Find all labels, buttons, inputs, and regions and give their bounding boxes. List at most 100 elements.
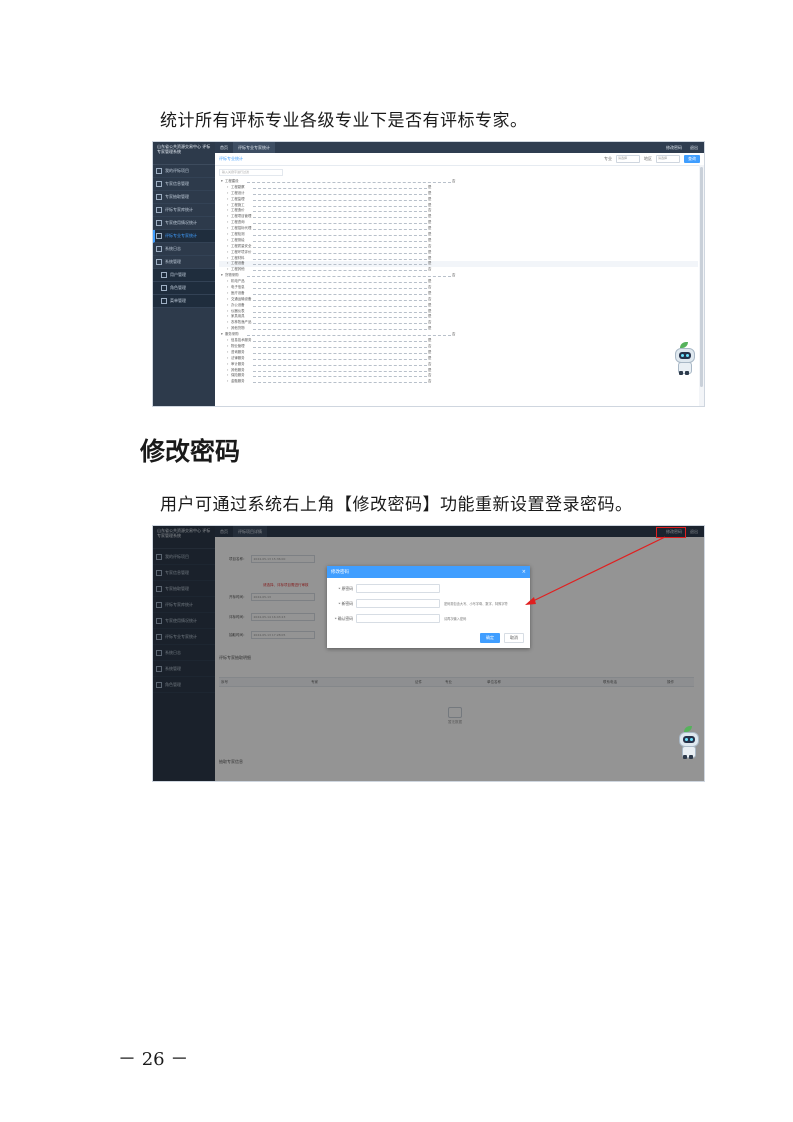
toolbar: 评标专业统计 专业 请选择 地区 请选择 查询 <box>215 153 704 166</box>
filter-label-region: 地区 <box>644 156 652 161</box>
leader-line <box>253 323 427 325</box>
leader-line <box>253 187 427 189</box>
sidebar-item[interactable]: 我的评标项目 <box>153 165 215 178</box>
sidebar-item[interactable]: 专家抽取管理 <box>153 191 215 204</box>
leader-line <box>253 299 427 301</box>
leader-line <box>253 376 427 378</box>
leader-line <box>253 364 427 366</box>
vertical-scrollbar[interactable] <box>699 165 704 406</box>
leader-line <box>253 252 427 254</box>
menu-icon <box>156 181 162 187</box>
leader-line <box>247 335 451 337</box>
tab[interactable]: 评标专业专家统计 <box>233 142 275 153</box>
leader-line <box>253 317 427 319</box>
leader-line <box>253 205 427 207</box>
paragraph-password: 用户可通过系统右上角【修改密码】功能重新设置登录密码。 <box>160 495 633 515</box>
sidebar-item[interactable]: 专家信息管理 <box>153 178 215 191</box>
leader-line <box>253 217 427 219</box>
tree-row[interactable]: › 金融服务 否 <box>219 379 698 385</box>
menu-icon <box>156 194 162 200</box>
sidebar-subitem[interactable]: 菜单管理 <box>153 295 215 308</box>
leader-line <box>253 211 427 213</box>
filter-label-profession: 专业 <box>604 156 612 161</box>
sidebar-item-label: 评标专业专家统计 <box>165 233 197 238</box>
section-heading: 修改密码 <box>140 437 241 466</box>
leader-line <box>247 182 451 183</box>
tree-row-label: 金融服务 <box>231 379 245 384</box>
page-number: － 26 － <box>118 1049 189 1070</box>
logout-link[interactable]: 退出 <box>690 145 698 151</box>
leader-line <box>247 276 451 278</box>
menu-icon <box>156 233 162 239</box>
leader-line <box>253 240 427 242</box>
sidebar-item-label: 系统管理 <box>165 259 181 264</box>
robot-assistant-icon[interactable] <box>673 342 695 376</box>
sidebar-subitem[interactable]: 用户管理 <box>153 269 215 282</box>
leader-line <box>253 305 427 307</box>
sidebar-item[interactable]: 评标专业专家统计 <box>153 230 215 243</box>
paragraph-intro: 统计所有评标专业各级专业下是否有评标专家。 <box>160 111 528 131</box>
tab[interactable]: 首页 <box>215 142 233 153</box>
robot-assistant-icon[interactable] <box>677 726 699 760</box>
leader-line <box>253 264 427 266</box>
leader-line <box>253 223 427 225</box>
content-area: 评标专业统计 专业 请选择 地区 请选择 查询 输入关键字进行过滤 ▾ 工程建设否… <box>215 153 704 406</box>
sidebar-item-label: 专家信息管理 <box>165 181 189 186</box>
sidebar-item-label: 系统日志 <box>165 246 181 251</box>
checkbox-icon <box>161 285 167 291</box>
top-bar: 首页 评标专业专家统计 修改密码 退出 <box>215 142 704 153</box>
leader-line <box>253 288 427 290</box>
checkbox-icon <box>161 272 167 278</box>
leader-line <box>253 370 427 372</box>
annotation-arrow <box>525 536 666 605</box>
caret-right-icon[interactable]: › <box>227 379 228 385</box>
leader-line <box>253 311 427 313</box>
menu-icon <box>156 207 162 213</box>
screenshot-professional-stats: 山东省公共资源交易中心 评标专家管理系统 我的评标项目 专家信息管理 专家抽取管理评… <box>152 141 705 407</box>
leader-line <box>253 199 427 201</box>
change-password-link[interactable]: 修改密码 <box>666 145 682 151</box>
menu-icon <box>156 168 162 174</box>
leader-line <box>253 293 427 295</box>
sidebar-item-label: 专家使用情况统计 <box>165 220 197 225</box>
sidebar-subitem-label: 角色管理 <box>170 285 186 290</box>
sidebar-subitem-label: 菜单管理 <box>170 298 186 303</box>
menu-icon <box>156 259 162 265</box>
search-button[interactable]: 查询 <box>684 155 700 163</box>
leader-line <box>253 282 427 284</box>
sidebar: 山东省公共资源交易中心 评标专家管理系统 我的评标项目 专家信息管理 专家抽取管理评… <box>153 142 215 406</box>
profession-select[interactable]: 请选择 <box>616 155 640 163</box>
screenshot-change-password: 山东省公共资源交易中心 评标专家管理系统 我的评标项目 专家信息管理 专家抽取管理评… <box>152 525 705 782</box>
leader-line <box>253 246 427 248</box>
sidebar-item-label: 评标专家库统计 <box>165 207 193 212</box>
leader-line <box>253 346 427 348</box>
leader-line <box>253 341 427 343</box>
leader-line <box>253 229 427 231</box>
sidebar-subitem-label: 用户管理 <box>170 272 186 277</box>
toolbar-title: 评标专业统计 <box>219 156 243 161</box>
leader-line <box>253 258 427 260</box>
leader-line <box>253 358 427 360</box>
sidebar-item[interactable]: 系统管理 <box>153 256 215 269</box>
sidebar-item[interactable]: 专家使用情况统计 <box>153 217 215 230</box>
sidebar-item[interactable]: 系统日志 <box>153 243 215 256</box>
sidebar-item-label: 我的评标项目 <box>165 168 189 173</box>
leader-line <box>253 382 427 384</box>
sidebar-item-label: 专家抽取管理 <box>165 194 189 199</box>
leader-line <box>253 270 427 272</box>
leader-line <box>253 235 427 237</box>
leader-line <box>253 352 427 354</box>
region-select[interactable]: 请选择 <box>656 155 680 163</box>
tree-filter-input[interactable]: 输入关键字进行过滤 <box>219 169 283 176</box>
tree-row-value: 否 <box>428 379 432 384</box>
leader-line <box>253 193 427 195</box>
scroll-thumb[interactable] <box>700 167 703 387</box>
checkbox-icon <box>161 298 167 304</box>
sidebar-item[interactable]: 评标专家库统计 <box>153 204 215 217</box>
menu-icon <box>156 220 162 226</box>
leader-line <box>253 329 427 331</box>
profession-tree: ▾ 工程建设否 › 工程勘察是 › 工程设计是 › 工程监理是 › 工程施工是 › 工程造价否 › 工程项… <box>219 179 698 406</box>
brand-title: 山东省公共资源交易中心 评标专家管理系统 <box>153 142 215 165</box>
sidebar-subitem[interactable]: 角色管理 <box>153 282 215 295</box>
menu-icon <box>156 246 162 252</box>
